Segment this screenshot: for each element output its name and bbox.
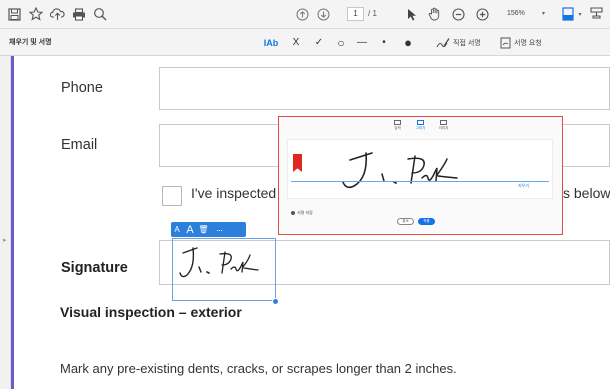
page-down-icon[interactable] — [315, 5, 331, 23]
ellipse-tool[interactable]: ○ — [333, 33, 349, 52]
document-sign-icon — [500, 37, 511, 48]
large-dot-tool[interactable]: ● — [400, 33, 416, 52]
increase-size-button[interactable]: A — [183, 222, 197, 237]
save-icon[interactable] — [6, 5, 22, 23]
delete-icon[interactable]: 🗑 — [197, 222, 210, 237]
inspection-checkbox-label: I've inspected — [191, 185, 277, 201]
inspection-checkbox-label-end: s below — [563, 185, 610, 201]
upload-icon[interactable] — [49, 5, 65, 23]
page-up-icon[interactable] — [294, 5, 310, 23]
save-signature-label: 서명 저장 — [297, 210, 313, 215]
zoom-dropdown-icon: ▾ — [541, 11, 545, 17]
signature-dialog: 입력 그리기 이미지 지우기 서명 저장 취소 적용 — [278, 116, 563, 235]
tab-type-label: 입력 — [394, 126, 401, 130]
email-label: Email — [61, 137, 98, 153]
resize-handle[interactable] — [272, 298, 279, 305]
save-signature-radio[interactable] — [291, 211, 295, 215]
signature-draw-canvas[interactable] — [287, 139, 553, 199]
pen-icon — [417, 120, 424, 125]
clear-button[interactable]: 지우기 — [518, 183, 529, 189]
tab-type[interactable]: 입력 — [391, 120, 405, 134]
page-count: / 1 — [368, 9, 377, 18]
save-signature-toggle[interactable]: 서명 저장 — [291, 210, 313, 216]
signature-label: Signature — [61, 260, 128, 276]
self-sign-button[interactable]: 직접 서명 — [436, 33, 496, 52]
add-text-tool[interactable]: IAb — [262, 33, 280, 52]
tab-image[interactable]: 이미지 — [437, 120, 451, 134]
signature-baseline — [291, 181, 549, 182]
cross-mark-tool[interactable]: X — [289, 33, 303, 52]
signature-mode-tabs: 입력 그리기 이미지 — [279, 120, 562, 134]
zoom-out-icon[interactable] — [450, 5, 466, 23]
keyboard-icon — [394, 120, 401, 125]
section-description: Mark any pre-existing dents, cracks, or … — [60, 361, 457, 376]
drawn-signature — [342, 152, 458, 189]
self-sign-label: 직접 서명 — [453, 39, 481, 47]
section-title: Visual inspection – exterior — [60, 304, 242, 320]
print-icon[interactable] — [71, 5, 87, 23]
zoom-in-icon[interactable] — [474, 5, 490, 23]
left-accent-bar — [11, 56, 14, 389]
request-sign-label: 서명 요청 — [514, 39, 542, 47]
line-tool[interactable]: — — [355, 33, 369, 52]
handwritten-signature — [179, 247, 259, 278]
inspection-checkbox[interactable] — [162, 186, 182, 206]
signature-selection-box[interactable] — [172, 238, 276, 301]
decrease-size-button[interactable]: A — [171, 222, 183, 237]
zoom-select[interactable]: 156% ▾ — [507, 7, 547, 21]
cancel-button[interactable]: 취소 — [397, 218, 414, 225]
apply-button[interactable]: 적용 — [418, 218, 435, 225]
select-cursor-icon[interactable] — [405, 5, 419, 23]
small-dot-tool[interactable]: • — [378, 33, 390, 52]
check-mark-tool[interactable]: ✓ — [312, 33, 326, 52]
tab-draw-label: 그리기 — [415, 126, 426, 130]
pen-sign-icon — [436, 37, 450, 47]
star-icon[interactable] — [28, 5, 44, 23]
phone-label: Phone — [61, 80, 103, 96]
zoom-search-icon[interactable] — [92, 5, 108, 23]
more-options-icon[interactable]: ··· — [210, 222, 228, 237]
main-toolbar: 1 / 1 156% ▾ ▾ — [0, 0, 610, 29]
stamp-icon[interactable] — [588, 5, 604, 23]
page-fit-dropdown-icon[interactable]: ▾ — [576, 5, 584, 23]
request-sign-button[interactable]: 서명 요청 — [500, 33, 560, 52]
phone-field[interactable] — [159, 67, 610, 110]
fill-sign-title: 채우기 및 서명 — [9, 39, 52, 46]
hand-icon[interactable] — [426, 5, 442, 23]
tab-image-label: 이미지 — [438, 126, 449, 130]
image-icon — [440, 120, 447, 125]
zoom-value: 156% — [507, 10, 525, 17]
left-panel-rail[interactable]: ▸ — [0, 56, 11, 389]
fill-sign-toolbar: 채우기 및 서명 IAb X ✓ ○ — • ● 직접 서명 서명 요청 — [0, 29, 610, 56]
page-number-input[interactable]: 1 — [347, 7, 364, 21]
expand-panel-icon[interactable]: ▸ — [3, 236, 7, 244]
signature-edit-toolbar: A A 🗑 ··· — [171, 222, 246, 237]
tab-draw[interactable]: 그리기 — [414, 120, 428, 134]
